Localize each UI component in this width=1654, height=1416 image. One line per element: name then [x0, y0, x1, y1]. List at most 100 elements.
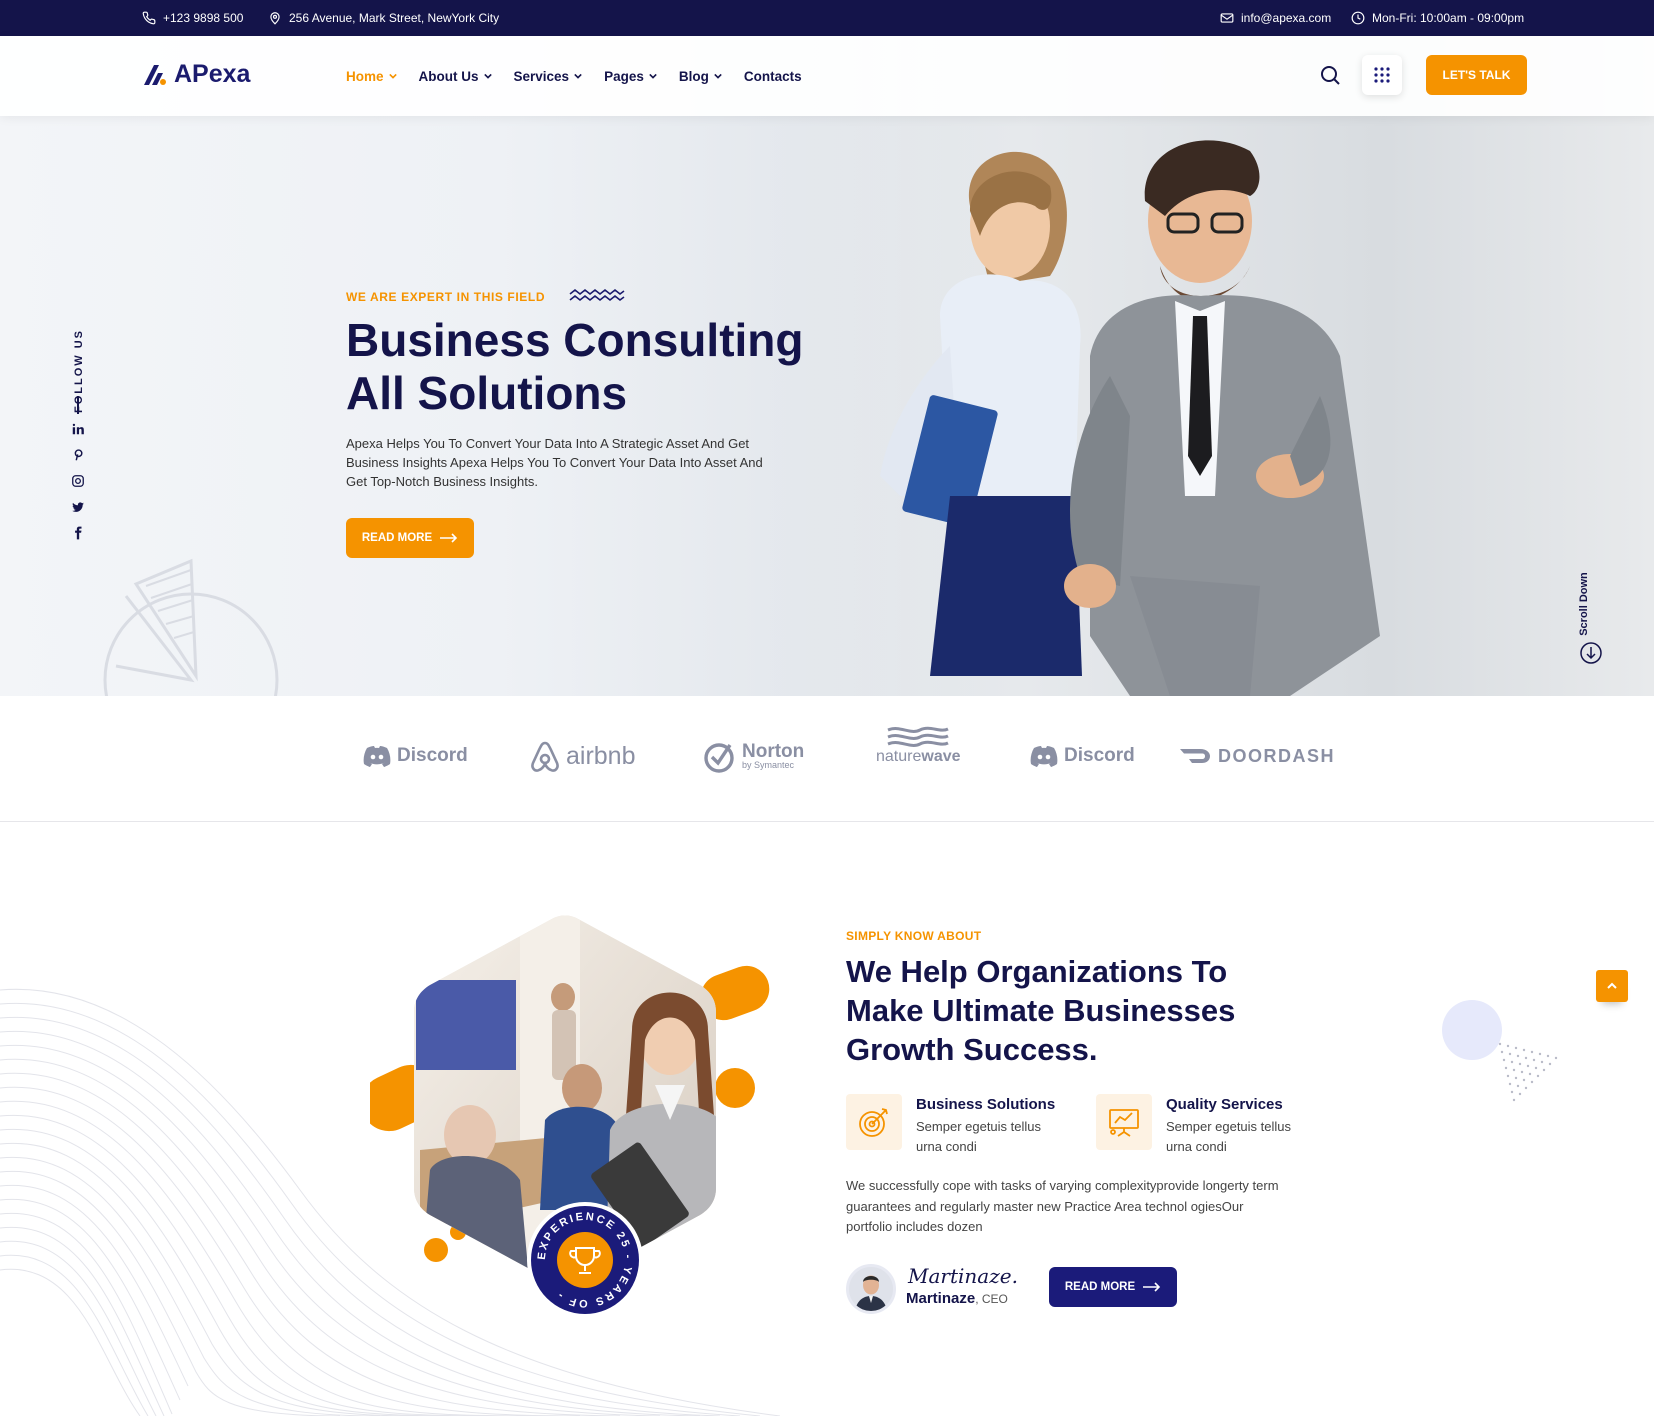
nav-pages-label: Pages [604, 68, 644, 84]
feature-title: Quality Services [1166, 1096, 1283, 1113]
email-text: info@apexa.com [1241, 11, 1332, 25]
about-title: We Help Organizations To Make Ultimate B… [846, 954, 1236, 1067]
brand-discord-text: Discord [397, 745, 468, 766]
menu-grid-button[interactable] [1362, 55, 1402, 95]
norton-check-icon [704, 743, 734, 773]
facebook-icon[interactable] [71, 526, 85, 540]
follow-us-label: FOLLOW US [73, 329, 85, 413]
feature-quality-services: Quality Services Semper egetuis tellus u… [1096, 1094, 1306, 1157]
hero-tagline-text: WE ARE EXPERT IN THIS FIELD [346, 290, 546, 304]
pinterest-icon[interactable] [71, 448, 85, 462]
brand-discord: Discord [363, 736, 468, 776]
avatar [846, 1264, 896, 1314]
nav-blog-label: Blog [678, 68, 709, 84]
arrow-right-icon [440, 533, 458, 543]
arrow-right-icon [1143, 1282, 1161, 1292]
target-icon [859, 1108, 888, 1137]
avatar-portrait-icon [849, 1267, 893, 1311]
phone-icon [142, 11, 156, 25]
hero-tagline: WE ARE EXPERT IN THIS FIELD [346, 288, 625, 306]
top-bar: +123 9898 500 256 Avenue, Mark Street, N… [0, 0, 1654, 36]
discord-logo-icon [1030, 746, 1058, 767]
arrow-down-circle-icon [1580, 642, 1602, 664]
author-name: Martinaze [906, 1290, 976, 1307]
feature-text: Quality Services Semper egetuis tellus u… [1166, 1094, 1306, 1157]
brand-naturewave-nature: nature [876, 748, 922, 765]
wave-logo-icon [887, 726, 949, 747]
nav-about-label: About Us [418, 68, 479, 84]
airbnb-logo-icon [531, 741, 559, 772]
author-role: , CEO [975, 1292, 1008, 1306]
about-tagline: SIMPLY KNOW ABOUT [846, 929, 982, 943]
nav-home[interactable]: Home [346, 69, 397, 84]
chevron-down-icon [388, 73, 397, 79]
nav-contacts[interactable]: Contacts [744, 69, 802, 84]
follow-divider [77, 396, 79, 414]
hero-read-more-button[interactable]: READ MORE [346, 518, 474, 558]
author-block: Martinaze. Martinaze, CEO [846, 1264, 1018, 1314]
brand-airbnb-text: airbnb [566, 741, 636, 770]
feature-description: Semper egetuis tellus urna condi [916, 1119, 1042, 1154]
pie-chart-decoration [103, 558, 279, 696]
lets-talk-button[interactable]: LET'S TALK [1426, 55, 1527, 95]
main-header: APexa Home About Us Services Pages Blog … [0, 36, 1654, 116]
hero-description: Apexa Helps You To Convert Your Data Int… [346, 436, 763, 489]
feature-description: Semper egetuis tellus urna condi [1166, 1119, 1292, 1154]
brand-discord-2: Discord [1030, 736, 1135, 776]
chevron-down-icon [714, 73, 722, 79]
author-name-line: Martinaze, CEO [906, 1290, 1008, 1307]
hero-title-line-1: Business Consulting [346, 314, 804, 366]
phone-text: +123 9898 500 [163, 11, 244, 25]
feature-business-solutions: Business Solutions Semper egetuis tellus… [846, 1094, 1056, 1157]
chevron-down-icon [483, 73, 492, 79]
phone-contact[interactable]: +123 9898 500 [142, 0, 243, 36]
about-read-more-label: READ MORE [1064, 1281, 1136, 1293]
doordash-logo-icon [1180, 749, 1210, 763]
discord-logo-icon [363, 746, 391, 767]
instagram-icon[interactable] [71, 474, 85, 488]
location-pin-icon [270, 12, 280, 25]
scroll-down-indicator[interactable]: Scroll Down [1578, 566, 1604, 676]
nav-services[interactable]: Services [514, 69, 583, 84]
brand-doordash: DOORDASH [1180, 736, 1335, 776]
brand-doordash-text: DOORDASH [1218, 745, 1336, 766]
grid-dots-icon [1374, 67, 1390, 83]
brand-naturewave-wave: wave [921, 748, 961, 765]
circle-triangle-decoration [1442, 1000, 1558, 1102]
brand-norton-wordmark: Norton by Symantec [742, 742, 804, 770]
feature-title: Business Solutions [916, 1096, 1056, 1113]
hero-section: FOLLOW US WE ARE EXPERT IN THIS FIELD Bu… [0, 36, 1654, 696]
logo-mark-icon [144, 64, 166, 85]
zigzag-decoration [569, 288, 625, 302]
twitter-icon[interactable] [71, 500, 85, 514]
nav-home-label: Home [346, 68, 384, 84]
hero-read-more-label: READ MORE [361, 532, 433, 544]
site-logo[interactable]: APexa [142, 60, 250, 89]
brand-naturewave: naturewave [876, 726, 961, 766]
feature-icon-box [1096, 1094, 1152, 1150]
brand-discord-2-text: Discord [1064, 745, 1135, 766]
follow-us-bar: FOLLOW US [62, 306, 92, 546]
about-read-more-button[interactable]: READ MORE [1049, 1267, 1177, 1307]
search-icon[interactable] [1318, 63, 1342, 87]
linkedin-icon[interactable] [71, 422, 85, 436]
brand-norton-subtext: by Symantec [742, 760, 795, 770]
logo-text: APexa [174, 60, 251, 88]
chevron-down-icon [574, 73, 582, 79]
email-contact[interactable]: info@apexa.com [1220, 0, 1331, 36]
nav-pages[interactable]: Pages [604, 69, 657, 84]
main-navigation: Home About Us Services Pages Blog Contac… [346, 36, 824, 116]
nav-contacts-label: Contacts [743, 68, 802, 84]
about-image-group: EXPERIENCE 25 - YEARS OF - [370, 915, 770, 1318]
brand-naturewave-text: naturewave [876, 748, 961, 766]
nav-blog[interactable]: Blog [679, 69, 722, 84]
brand-norton: Norton by Symantec [702, 736, 804, 776]
nav-services-label: Services [513, 68, 570, 84]
back-to-top-button[interactable] [1596, 970, 1628, 1002]
hours-text: Mon-Fri: 10:00am - 09:00pm [1372, 11, 1525, 25]
hero-title-line-2: All Solutions [346, 367, 628, 419]
feature-icon-box [846, 1094, 902, 1150]
address-text: 256 Avenue, Mark Street, NewYork City [289, 11, 500, 25]
nav-about-us[interactable]: About Us [419, 69, 492, 84]
chevron-down-icon [649, 73, 657, 79]
